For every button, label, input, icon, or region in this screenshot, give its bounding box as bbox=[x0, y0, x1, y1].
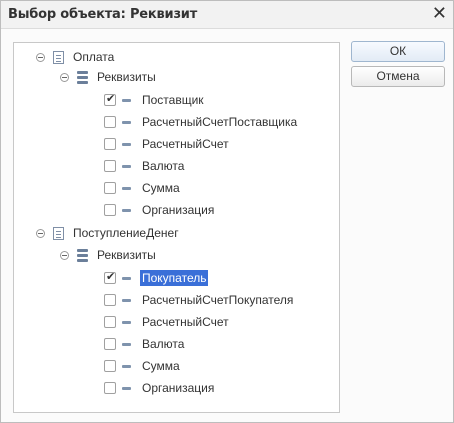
attribute-icon bbox=[122, 342, 131, 346]
checkbox[interactable] bbox=[104, 316, 116, 328]
window-title: Выбор объекта: Реквизит bbox=[8, 7, 198, 22]
title-bar: Выбор объекта: Реквизит ✕ bbox=[1, 1, 453, 29]
checkbox[interactable] bbox=[104, 92, 116, 106]
tree-item[interactable]: РасчетныйСчетПокупателя bbox=[104, 291, 295, 309]
attribute-icon bbox=[122, 142, 131, 146]
tree-item[interactable]: РасчетныйСчет bbox=[104, 135, 231, 153]
node-label: ПоступлениеДенег bbox=[73, 226, 179, 240]
item-label: Организация bbox=[142, 203, 215, 217]
collapse-icon[interactable] bbox=[60, 72, 69, 82]
checkbox[interactable] bbox=[104, 338, 116, 350]
tree-node-postuplenie-deneg[interactable]: ПоступлениеДенег bbox=[36, 224, 181, 242]
tree-item[interactable]: Сумма bbox=[104, 357, 182, 375]
tree-item[interactable]: Поставщик bbox=[104, 91, 206, 109]
item-label: Валюта bbox=[142, 159, 185, 173]
item-label: Сумма bbox=[142, 359, 180, 373]
checkbox[interactable] bbox=[104, 382, 116, 394]
collapse-icon[interactable] bbox=[36, 52, 45, 62]
checkbox[interactable] bbox=[104, 360, 116, 372]
tree-node-rekvizity[interactable]: Реквизиты bbox=[60, 68, 158, 86]
attributes-icon bbox=[77, 248, 88, 262]
tree-node-rekvizity[interactable]: Реквизиты bbox=[60, 246, 158, 264]
node-label: Оплата bbox=[73, 50, 115, 64]
checkbox[interactable] bbox=[104, 138, 116, 150]
item-label: РасчетныйСчетПокупателя bbox=[142, 293, 294, 307]
item-label: РасчетныйСчетПоставщика bbox=[142, 115, 298, 129]
attributes-icon bbox=[77, 70, 88, 84]
object-tree[interactable]: Оплата Реквизиты Поставщик РасчетныйСчет… bbox=[13, 42, 340, 413]
tree-item[interactable]: РасчетныйСчетПоставщика bbox=[104, 113, 299, 131]
attribute-icon bbox=[122, 208, 131, 212]
checkbox[interactable] bbox=[104, 116, 116, 128]
item-label: РасчетныйСчет bbox=[142, 315, 229, 329]
cancel-button[interactable]: Отмена bbox=[351, 66, 445, 87]
tree-item[interactable]: Покупатель bbox=[104, 269, 209, 287]
item-label: РасчетныйСчет bbox=[142, 137, 229, 151]
dialog-window: Выбор объекта: Реквизит ✕ Оплата Реквизи… bbox=[0, 0, 454, 423]
collapse-icon[interactable] bbox=[36, 228, 45, 238]
attribute-icon bbox=[122, 276, 131, 280]
document-icon bbox=[53, 50, 64, 64]
attribute-icon bbox=[122, 120, 131, 124]
close-icon[interactable]: ✕ bbox=[432, 3, 447, 25]
checkbox[interactable] bbox=[104, 182, 116, 194]
tree-item[interactable]: Организация bbox=[104, 379, 216, 397]
attribute-icon bbox=[122, 186, 131, 190]
item-label-selected: Покупатель bbox=[140, 270, 209, 286]
document-icon bbox=[53, 226, 64, 240]
tree-item[interactable]: Валюта bbox=[104, 335, 186, 353]
attribute-icon bbox=[122, 364, 131, 368]
collapse-icon[interactable] bbox=[60, 250, 69, 260]
item-label: Поставщик bbox=[142, 93, 204, 107]
attribute-icon bbox=[122, 386, 131, 390]
ok-button[interactable]: ОК bbox=[351, 41, 445, 62]
item-label: Сумма bbox=[142, 181, 180, 195]
tree-item[interactable]: РасчетныйСчет bbox=[104, 313, 231, 331]
tree-node-oplata[interactable]: Оплата bbox=[36, 48, 116, 66]
tree-item[interactable]: Валюта bbox=[104, 157, 186, 175]
item-label: Организация bbox=[142, 381, 215, 395]
attribute-icon bbox=[122, 98, 131, 102]
checkbox[interactable] bbox=[104, 204, 116, 216]
node-label: Реквизиты bbox=[97, 70, 156, 84]
checkbox[interactable] bbox=[104, 160, 116, 172]
checkbox[interactable] bbox=[104, 294, 116, 306]
tree-item[interactable]: Организация bbox=[104, 201, 216, 219]
node-label: Реквизиты bbox=[97, 248, 156, 262]
attribute-icon bbox=[122, 164, 131, 168]
item-label: Валюта bbox=[142, 337, 185, 351]
checkbox[interactable] bbox=[104, 270, 116, 284]
attribute-icon bbox=[122, 298, 131, 302]
attribute-icon bbox=[122, 320, 131, 324]
tree-item[interactable]: Сумма bbox=[104, 179, 182, 197]
